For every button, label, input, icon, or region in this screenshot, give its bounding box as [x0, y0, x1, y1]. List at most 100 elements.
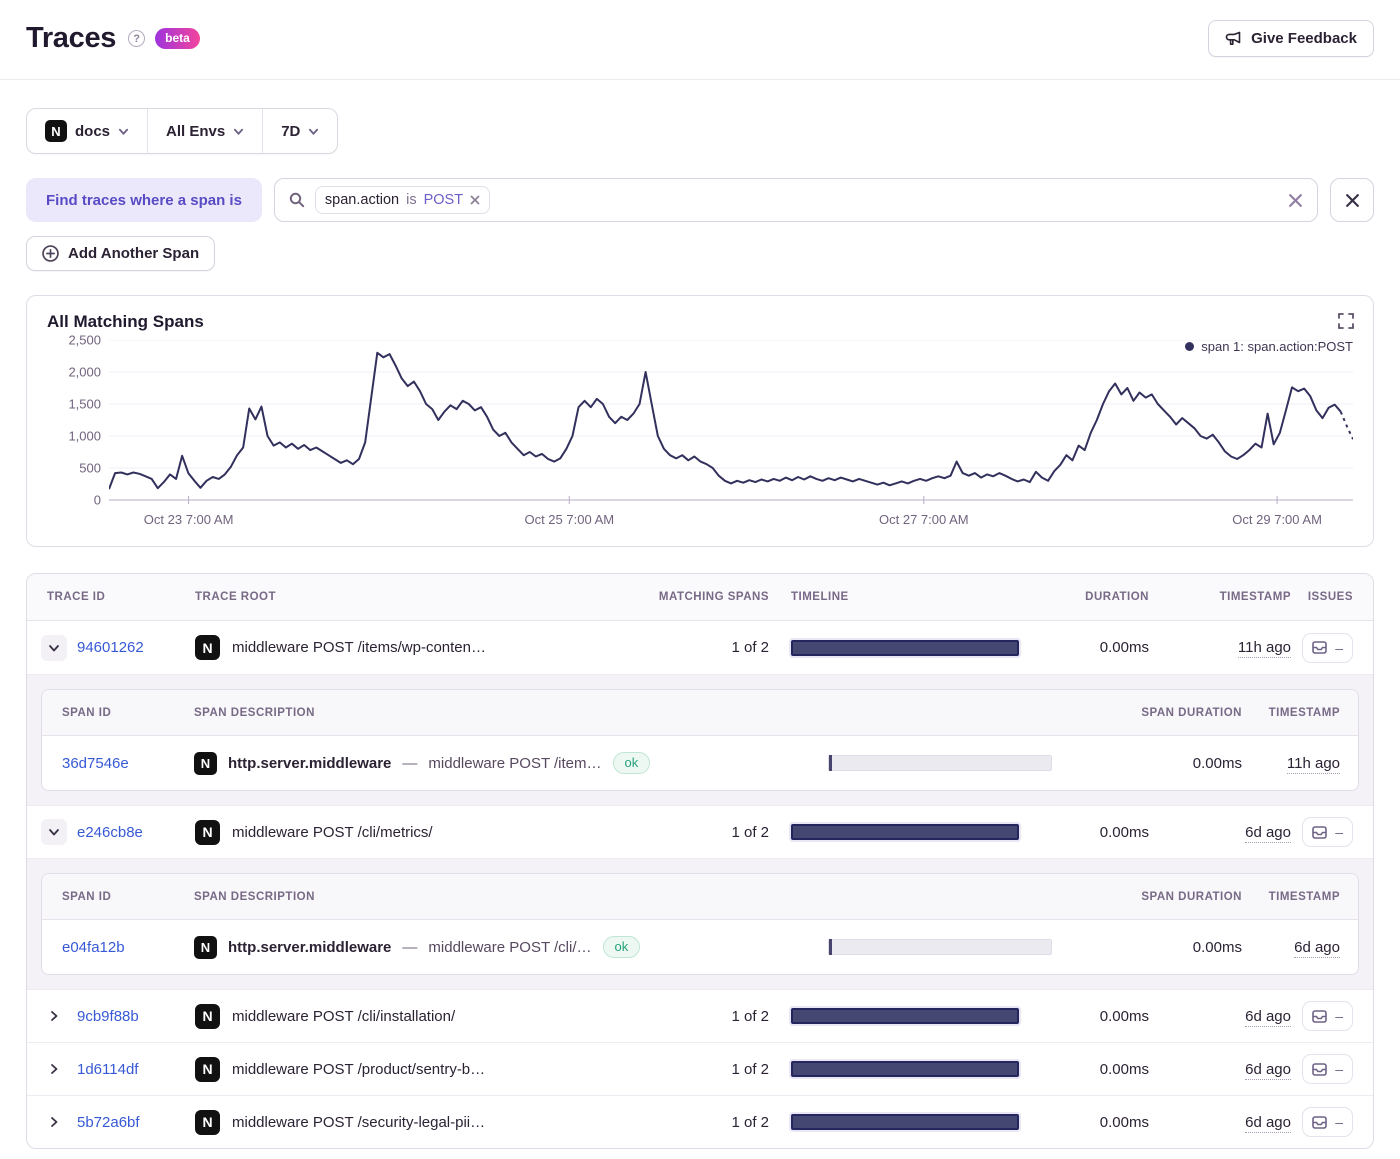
chevron-down-icon — [48, 826, 60, 838]
span-search-input[interactable]: span.action is POST — [274, 178, 1318, 222]
chart-title: All Matching Spans — [47, 312, 1353, 332]
issues-inbox-icon — [1312, 641, 1327, 654]
search-icon — [289, 192, 305, 208]
timestamp: 11h ago — [1238, 639, 1291, 658]
collapse-row-button[interactable] — [41, 635, 67, 661]
nextjs-icon: N — [195, 1057, 220, 1082]
span-id-link[interactable]: e04fa12b — [62, 939, 125, 956]
span-id-link[interactable]: 36d7546e — [62, 755, 129, 772]
nextjs-icon: N — [195, 1110, 220, 1135]
plus-circle-icon — [42, 245, 59, 262]
fullscreen-icon[interactable] — [1337, 312, 1355, 330]
x-tick-label: Oct 29 7:00 AM — [1232, 512, 1322, 527]
token-key: span.action — [325, 192, 399, 208]
duration: 0.00ms — [1041, 1061, 1149, 1078]
project-filter[interactable]: N docs — [27, 109, 147, 153]
trace-id-link[interactable]: 9cb9f88b — [77, 1008, 139, 1025]
table-row: 5b72a6bf N middleware POST /security-leg… — [27, 1095, 1373, 1148]
col-trace-id: TRACE ID — [27, 591, 195, 603]
table-row: e246cb8e N middleware POST /cli/metrics/… — [27, 805, 1373, 858]
trace-id-link[interactable]: 5b72a6bf — [77, 1114, 140, 1131]
issues-inbox-icon — [1312, 1010, 1327, 1023]
col-timeline: TIMELINE — [769, 591, 1041, 603]
duration: 0.00ms — [1041, 1114, 1149, 1131]
all-matching-spans-panel: All Matching Spans span 1: span.action:P… — [26, 295, 1374, 547]
issues-count-empty: – — [1335, 824, 1343, 840]
trace-id-link[interactable]: 94601262 — [77, 639, 144, 656]
separator: — — [402, 755, 417, 772]
expand-row-button[interactable] — [41, 1003, 67, 1029]
timestamp: 6d ago — [1245, 824, 1291, 843]
chart-body: 05001,0001,5002,0002,500 Oct 23 7:00 AMO… — [47, 340, 1353, 536]
trace-root: middleware POST /security-legal-pii… — [232, 1114, 485, 1131]
filter-token[interactable]: span.action is POST — [315, 186, 490, 214]
spans-line-chart — [109, 340, 1353, 510]
trace-id-link[interactable]: e246cb8e — [77, 824, 143, 841]
issues-button[interactable]: – — [1302, 1054, 1353, 1084]
issues-count-empty: – — [1335, 1061, 1343, 1077]
issues-button[interactable]: – — [1302, 633, 1353, 663]
add-another-span-button[interactable]: Add Another Span — [26, 236, 215, 271]
matching-spans: 1 of 2 — [651, 1114, 769, 1131]
nextjs-icon: N — [195, 820, 220, 845]
app-header: Traces ? beta Give Feedback — [0, 0, 1400, 80]
col-span-duration: SPAN DURATION — [1076, 891, 1242, 903]
timeline-bar — [791, 824, 1019, 840]
date-range-filter[interactable]: 7D — [262, 109, 337, 153]
span-op: http.server.middleware — [228, 939, 391, 956]
nextjs-icon: N — [195, 1004, 220, 1029]
col-span-id: SPAN ID — [42, 891, 194, 903]
issues-inbox-icon — [1312, 1116, 1327, 1129]
remove-token-icon[interactable] — [470, 195, 480, 205]
issues-button[interactable]: – — [1302, 1001, 1353, 1031]
give-feedback-button[interactable]: Give Feedback — [1208, 20, 1374, 57]
span-description: middleware POST /cli/… — [428, 939, 591, 956]
issues-button[interactable]: – — [1302, 1107, 1353, 1137]
chevron-down-icon — [118, 126, 129, 137]
col-matching-spans: MATCHING SPANS — [651, 591, 769, 603]
x-tick-label: Oct 25 7:00 AM — [524, 512, 614, 527]
y-tick-label: 500 — [79, 461, 101, 476]
timeline-bar — [791, 1008, 1019, 1024]
expand-row-button[interactable] — [41, 1056, 67, 1082]
timeline-bar — [791, 1061, 1019, 1077]
megaphone-icon — [1225, 31, 1243, 47]
span-timestamp: 11h ago — [1287, 755, 1340, 774]
nextjs-icon: N — [194, 936, 217, 959]
span-duration: 0.00ms — [1076, 755, 1242, 772]
col-span-timestamp: TIMESTAMP — [1242, 891, 1358, 903]
collapse-row-button[interactable] — [41, 819, 67, 845]
close-icon — [1345, 193, 1360, 208]
span-row: e04fa12b N http.server.middleware — midd… — [42, 920, 1358, 974]
clear-search-button[interactable] — [1288, 193, 1303, 208]
issues-button[interactable]: – — [1302, 817, 1353, 847]
col-issues: ISSUES — [1291, 591, 1373, 603]
environment-filter[interactable]: All Envs — [147, 109, 262, 153]
x-tick-label: Oct 23 7:00 AM — [144, 512, 234, 527]
trace-root: middleware POST /items/wp-conten… — [232, 639, 486, 656]
y-tick-label: 2,500 — [68, 333, 101, 348]
expand-row-button[interactable] — [41, 1109, 67, 1135]
y-tick-label: 1,000 — [68, 429, 101, 444]
span-op: http.server.middleware — [228, 755, 391, 772]
table-row: 1d6114df N middleware POST /product/sent… — [27, 1042, 1373, 1095]
duration: 0.00ms — [1041, 639, 1149, 656]
span-row: 36d7546e N http.server.middleware — midd… — [42, 736, 1358, 790]
spans-table-header: SPAN ID SPAN DESCRIPTION SPAN DURATION T… — [42, 874, 1358, 920]
trace-id-link[interactable]: 1d6114df — [77, 1061, 138, 1078]
chart-plot: Oct 23 7:00 AMOct 25 7:00 AMOct 27 7:00 … — [109, 340, 1353, 536]
col-duration: DURATION — [1041, 591, 1149, 603]
help-icon[interactable]: ? — [128, 30, 145, 47]
chevron-down-icon — [48, 642, 60, 654]
matching-spans: 1 of 2 — [651, 1008, 769, 1025]
traces-table-header: TRACE ID TRACE ROOT MATCHING SPANS TIMEL… — [27, 574, 1373, 621]
chevron-right-icon — [48, 1063, 60, 1075]
project-filter-label: docs — [75, 123, 110, 140]
span-timestamp: 6d ago — [1294, 939, 1340, 958]
matching-spans: 1 of 2 — [651, 639, 769, 656]
remove-span-query-button[interactable] — [1330, 178, 1374, 222]
find-traces-label: Find traces where a span is — [26, 178, 262, 222]
traces-table: TRACE ID TRACE ROOT MATCHING SPANS TIMEL… — [26, 573, 1374, 1149]
expanded-spans-section: SPAN ID SPAN DESCRIPTION SPAN DURATION T… — [27, 858, 1373, 989]
close-icon — [1288, 193, 1303, 208]
